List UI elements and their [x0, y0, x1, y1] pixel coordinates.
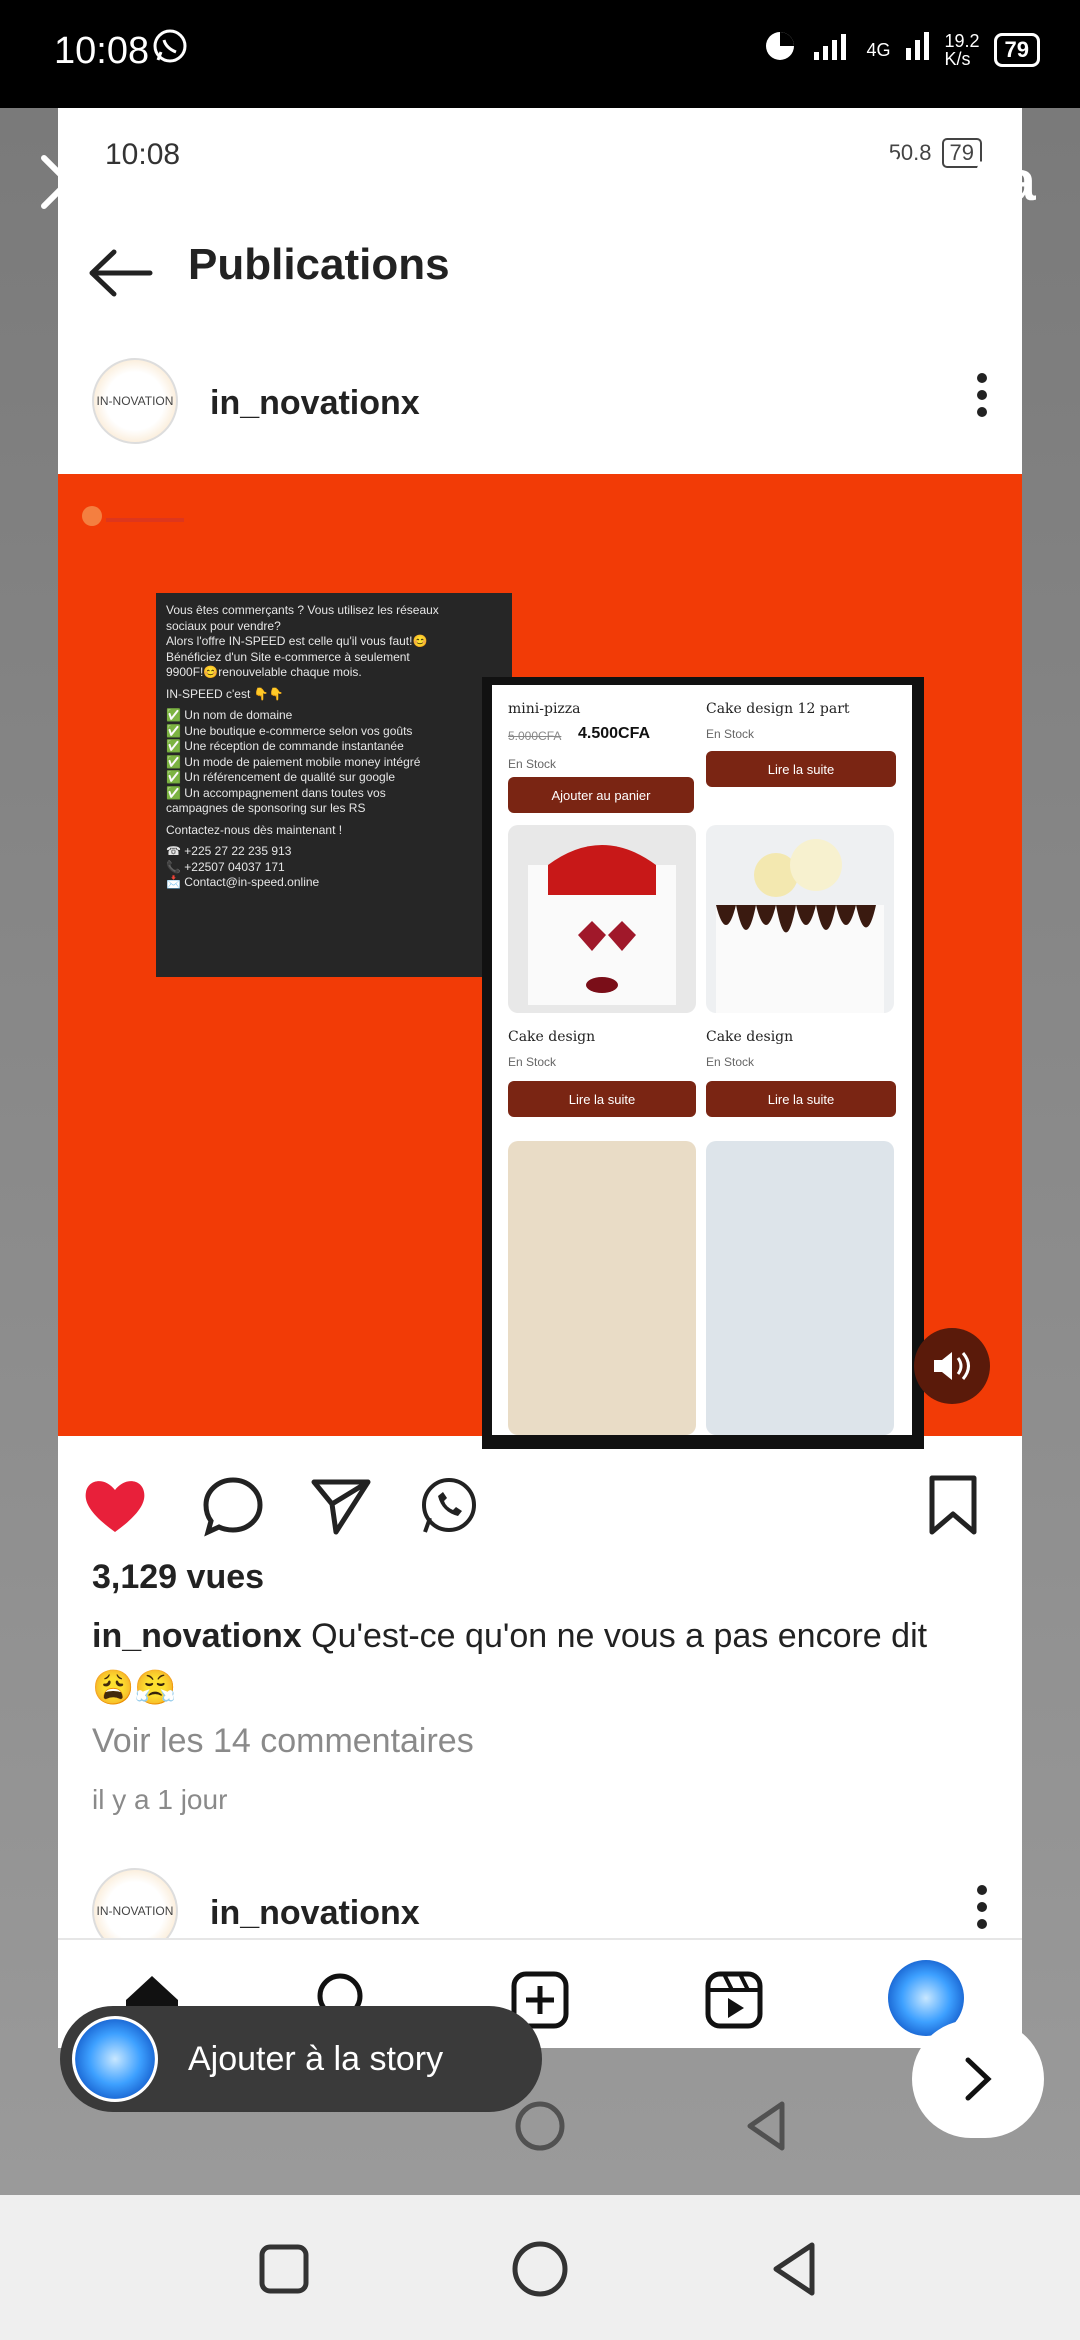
promo-line: Bénéficiez d'un Site e-commerce à seulem… [166, 649, 410, 664]
promo-line: ✅ Un référencement de qualité sur google [166, 770, 396, 784]
add-to-story-button[interactable]: Ajouter à la story [60, 2006, 542, 2112]
promo-line: ☎ +225 27 22 235 913 [166, 844, 292, 858]
whatsapp-icon [150, 26, 190, 71]
inner-back-ghost-icon [740, 2098, 796, 2159]
product-name: Cake design 12 part [706, 701, 850, 717]
inner-home-ghost-icon [512, 2098, 568, 2159]
promo-line: ✅ Un accompagnement dans toutes vos [166, 785, 386, 800]
status-right: 4G 19.2 K/s 79 [762, 28, 1040, 71]
post-caption: in_novationx Qu'est-ce qu'on ne vous a p… [92, 1610, 992, 1714]
comment-icon[interactable] [200, 1474, 266, 1543]
product-stock: En Stock [508, 1055, 557, 1069]
add-to-story-label: Ajouter à la story [188, 2039, 444, 2078]
shared-screenshot: 10:08 50.8 79 Publications IN-NOVATION i… [58, 108, 1022, 2048]
whatsapp-share-icon[interactable] [416, 1474, 480, 1543]
promo-line: sociaux pour vendre? [166, 618, 281, 633]
status-bar: 10:08 4G 19.2 K/s 79 [0, 0, 1080, 108]
cake-image [508, 825, 696, 1013]
product-stock: En Stock [706, 1055, 755, 1069]
cake-image [508, 1141, 696, 1435]
signal-icon-2 [904, 30, 930, 69]
net-speed: 19.2 K/s [944, 30, 980, 69]
draw-icon[interactable] [826, 140, 906, 225]
page-title: Publications [188, 240, 450, 289]
sound-icon[interactable] [914, 1328, 990, 1404]
inner-status-time: 10:08 [105, 138, 181, 171]
close-icon[interactable] [36, 150, 100, 219]
post-logo [78, 498, 188, 538]
text-tool-button[interactable]: Aa [964, 148, 1036, 213]
phone-screen: mini-pizza 5.000CFA 4.500CFA En Stock Aj… [492, 685, 912, 1435]
product-price: 4.500CFA [578, 725, 651, 742]
caption-text: Qu'est-ce qu'on ne vous a pas encore dit [311, 1617, 928, 1655]
promo-line: campagnes de sponsoring sur les RS [166, 801, 366, 815]
home-nav-icon[interactable] [510, 2239, 570, 2304]
promo-line: ✅ Une réception de commande instantanée [166, 739, 404, 753]
caption-username[interactable]: in_novationx [92, 1617, 302, 1655]
avatar[interactable]: IN-NOVATION [92, 358, 178, 444]
next-button[interactable] [912, 2020, 1044, 2138]
post-username[interactable]: in_novationx [210, 384, 420, 423]
read-more-button[interactable]: Lire la suite [706, 751, 896, 787]
promo-text: Vous êtes commerçants ? Vous utilisez le… [166, 603, 506, 891]
save-bookmark-icon[interactable] [926, 1474, 980, 1543]
user-avatar [72, 2016, 158, 2102]
like-icon[interactable] [80, 1474, 150, 1543]
next-post-username[interactable]: in_novationx [210, 1894, 420, 1933]
recents-icon[interactable] [256, 2241, 312, 2302]
promo-line: IN-SPEED c'est 👇👇 [166, 686, 284, 701]
view-comments-link[interactable]: Voir les 14 commentaires [92, 1722, 474, 1761]
add-sticker-image-icon[interactable] [392, 140, 472, 225]
promo-line: 9900F!😊renouvelable chaque mois. [166, 665, 362, 679]
data-saver-icon [762, 28, 798, 71]
post-time: il y a 1 jour [92, 1784, 228, 1815]
promo-line: Alors l'offre IN-SPEED est celle qu'il v… [166, 634, 428, 648]
more-options-icon[interactable] [976, 1882, 988, 1942]
product-name: Cake design [508, 1029, 596, 1045]
product-name: mini-pizza [508, 701, 581, 717]
share-icon[interactable] [308, 1474, 374, 1543]
promo-line: Vous êtes commerçants ? Vous utilisez le… [166, 603, 439, 617]
cake-image [706, 1141, 894, 1435]
back-nav-icon[interactable] [766, 2239, 826, 2304]
more-options-icon[interactable] [976, 370, 988, 430]
signal-icon [812, 30, 852, 69]
product-old-price: 5.000CFA [508, 729, 562, 743]
sticker-icon[interactable] [684, 140, 764, 225]
cake-image [706, 825, 894, 1013]
caption-emoji: 😩😤 [92, 1669, 177, 1707]
system-nav-bar [0, 2195, 1080, 2340]
reels-icon[interactable] [704, 1970, 764, 2035]
battery-indicator: 79 [993, 32, 1040, 67]
read-more-button[interactable]: Lire la suite [508, 1081, 696, 1117]
promo-line: ✅ Un nom de domaine [166, 708, 293, 722]
product-stock: En Stock [706, 727, 755, 741]
product-stock: En Stock [508, 757, 557, 771]
promo-line: ✅ Une boutique e-commerce selon vos goût… [166, 723, 413, 738]
status-time: 10:08 [54, 30, 150, 72]
promo-line: Contactez-nous dès maintenant ! [166, 822, 343, 837]
promo-line: ✅ Un mode de paiement mobile money intég… [166, 754, 421, 769]
read-more-button[interactable]: Lire la suite [706, 1081, 896, 1117]
download-icon[interactable] [540, 140, 610, 225]
promo-line: 📩 Contact@in-speed.online [166, 875, 320, 889]
view-count: 3,129 vues [92, 1558, 265, 1596]
add-to-cart-button[interactable]: Ajouter au panier [508, 777, 694, 813]
promo-line: 📞 +22507 04037 171 [166, 859, 285, 874]
product-name: Cake design [706, 1029, 794, 1045]
back-arrow-icon[interactable] [88, 248, 154, 303]
network-type: 4G [866, 39, 891, 60]
